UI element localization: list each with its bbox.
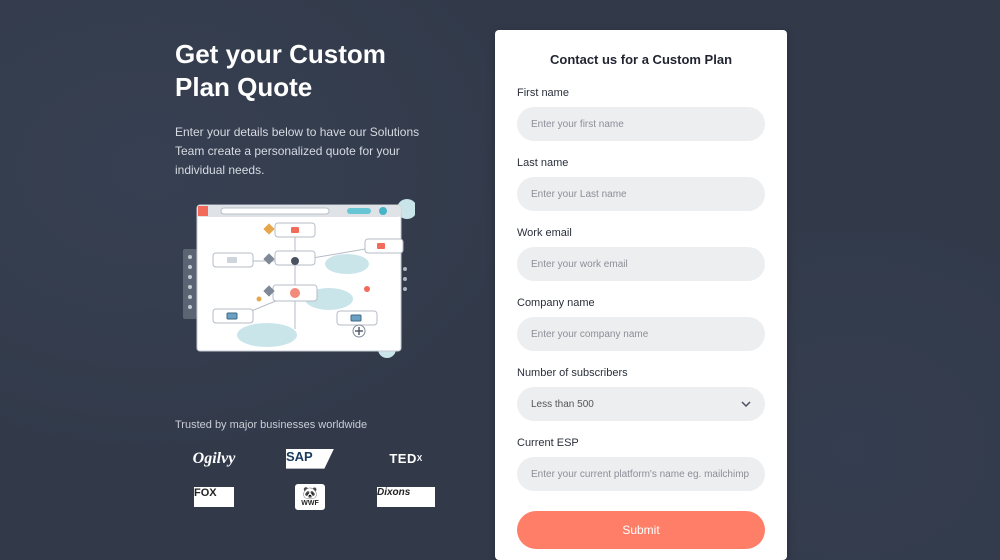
trusted-by-label: Trusted by major businesses worldwide bbox=[175, 419, 445, 431]
logo-wwf: 🐼WWF bbox=[271, 483, 349, 511]
current-esp-label: Current ESP bbox=[517, 437, 765, 449]
page-title: Get your Custom Plan Quote bbox=[175, 38, 445, 103]
first-name-label: First name bbox=[517, 87, 765, 99]
first-name-input[interactable] bbox=[517, 107, 765, 141]
subscribers-select[interactable]: Less than 500 bbox=[517, 387, 765, 421]
quote-form-card: Contact us for a Custom Plan First name … bbox=[495, 30, 787, 560]
company-name-label: Company name bbox=[517, 297, 765, 309]
logo-dixons: Dixons bbox=[367, 483, 445, 511]
work-email-label: Work email bbox=[517, 227, 765, 239]
logo-fox: FOX bbox=[175, 483, 253, 511]
logo-tedx: TEDX bbox=[367, 445, 445, 473]
work-email-input[interactable] bbox=[517, 247, 765, 281]
current-esp-input[interactable] bbox=[517, 457, 765, 491]
last-name-label: Last name bbox=[517, 157, 765, 169]
chevron-down-icon bbox=[741, 399, 751, 409]
logo-sap: SAP bbox=[271, 445, 349, 473]
subscribers-selected-value: Less than 500 bbox=[531, 399, 594, 410]
workflow-illustration bbox=[177, 199, 415, 359]
logos-grid: Ogilvy SAP TEDX FOX 🐼WWF Dixons bbox=[175, 445, 445, 511]
submit-button[interactable]: Submit bbox=[517, 511, 765, 549]
page-description: Enter your details below to have our Sol… bbox=[175, 123, 445, 181]
logo-ogilvy: Ogilvy bbox=[175, 445, 253, 473]
subscribers-label: Number of subscribers bbox=[517, 367, 765, 379]
company-name-input[interactable] bbox=[517, 317, 765, 351]
form-heading: Contact us for a Custom Plan bbox=[517, 52, 765, 67]
last-name-input[interactable] bbox=[517, 177, 765, 211]
